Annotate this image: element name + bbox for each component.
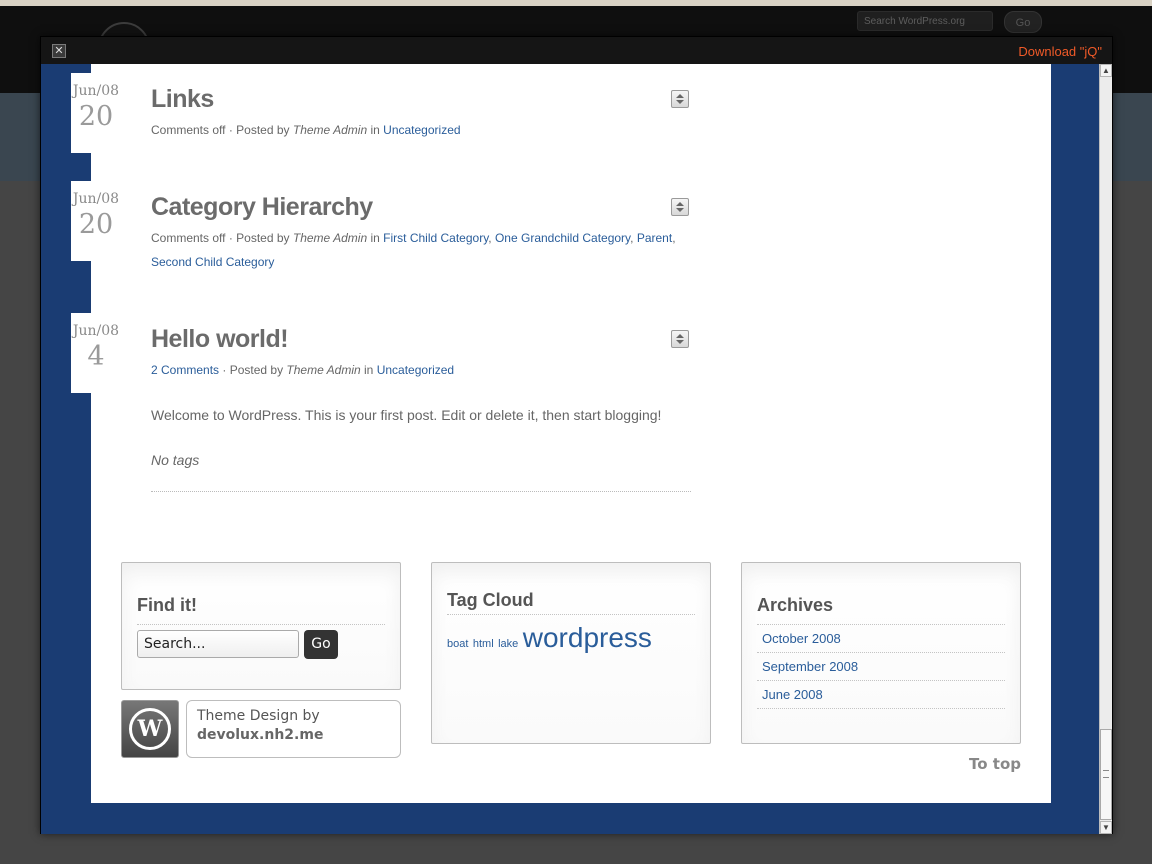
archive-divider bbox=[757, 652, 1005, 653]
wordpress-logo-letter: W bbox=[129, 708, 171, 750]
post-posted-by: Posted by bbox=[236, 123, 290, 137]
theme-credit[interactable]: Theme Design by devolux.nh2.me bbox=[186, 700, 401, 758]
widget-divider bbox=[447, 614, 695, 615]
post-comments: Comments off bbox=[151, 231, 226, 245]
credit-link[interactable]: devolux.nh2.me bbox=[197, 727, 323, 743]
post-excerpt: Welcome to WordPress. This is your first… bbox=[151, 407, 662, 423]
post-author: Theme Admin bbox=[292, 123, 368, 137]
widget-title: Archives bbox=[757, 595, 834, 615]
post-author: Theme Admin bbox=[292, 231, 368, 245]
credit-line: Theme Design by bbox=[197, 708, 320, 724]
category-link[interactable]: One Grandchild Category bbox=[495, 231, 630, 245]
preview-modal: ✕ Download "jQ" Jun/08 20 Links Comments… bbox=[40, 36, 1113, 834]
category-link[interactable]: Uncategorized bbox=[383, 123, 460, 137]
widget-title: Find it! bbox=[137, 595, 197, 615]
post-date-day: 20 bbox=[78, 101, 114, 132]
close-icon[interactable]: ✕ bbox=[52, 44, 66, 58]
post-date-month: Jun/08 bbox=[72, 83, 120, 99]
find-widget: Find it! Search... Go bbox=[121, 562, 401, 690]
category-link[interactable]: Uncategorized bbox=[377, 363, 454, 377]
scrollbar-thumb[interactable] bbox=[1100, 729, 1112, 820]
archive-divider bbox=[757, 680, 1005, 681]
category-link[interactable]: Parent bbox=[637, 231, 672, 245]
expand-collapse-icon[interactable] bbox=[671, 330, 689, 348]
post-in: in bbox=[364, 363, 374, 377]
post-comments: Comments off bbox=[151, 123, 226, 137]
post-in: in bbox=[370, 123, 380, 137]
post-meta: Comments off · Posted by Theme Admin in … bbox=[151, 123, 461, 137]
expand-collapse-icon[interactable] bbox=[671, 90, 689, 108]
modal-titlebar: ✕ Download "jQ" bbox=[41, 37, 1112, 64]
to-top-link[interactable]: To top bbox=[969, 755, 1021, 773]
post-in: in bbox=[370, 231, 380, 245]
tag-link[interactable]: html bbox=[473, 638, 494, 650]
category-link[interactable]: First Child Category bbox=[383, 231, 488, 245]
post-date-month: Jun/08 bbox=[72, 191, 120, 207]
scroll-down-icon[interactable]: ▼ bbox=[1100, 821, 1112, 834]
widget-divider bbox=[137, 624, 385, 625]
post-date: Jun/08 20 bbox=[71, 73, 121, 153]
theme-page: Jun/08 20 Links Comments off · Posted by… bbox=[71, 64, 1051, 803]
post-meta: 2 Comments · Posted by Theme Admin in Un… bbox=[151, 363, 455, 377]
post-tags: No tags bbox=[151, 452, 200, 468]
tag-link[interactable]: boat bbox=[447, 638, 468, 650]
post-posted-by: Posted by bbox=[229, 363, 284, 377]
tag-cloud: boat html lake wordpress bbox=[447, 621, 707, 661]
post-title[interactable]: Category Hierarchy bbox=[151, 193, 373, 222]
post-meta: Comments off · Posted by Theme Admin in … bbox=[151, 231, 676, 269]
post-posted-by: Posted by bbox=[236, 231, 290, 245]
tag-cloud-widget: Tag Cloud boat html lake wordpress bbox=[431, 562, 711, 744]
download-link[interactable]: Download "jQ" bbox=[1018, 44, 1102, 59]
post-date-day: 20 bbox=[78, 209, 114, 240]
comments-link[interactable]: 2 Comments bbox=[151, 363, 219, 377]
post-date: Jun/08 4 bbox=[71, 313, 121, 393]
archive-link[interactable]: October 2008 bbox=[762, 631, 841, 646]
background-go-button: Go bbox=[1004, 11, 1042, 33]
post-date: Jun/08 20 bbox=[71, 181, 121, 261]
post-date-day: 4 bbox=[87, 341, 105, 372]
modal-viewport: Jun/08 20 Links Comments off · Posted by… bbox=[41, 64, 1099, 834]
post-divider bbox=[151, 491, 691, 492]
post-author: Theme Admin bbox=[286, 363, 361, 377]
archive-divider bbox=[757, 708, 1005, 709]
background-search-input: Search WordPress.org bbox=[857, 11, 993, 31]
category-link[interactable]: Second Child Category bbox=[151, 255, 274, 269]
scroll-up-icon[interactable]: ▲ bbox=[1100, 64, 1112, 77]
search-input[interactable]: Search... bbox=[137, 630, 299, 658]
post-date-month: Jun/08 bbox=[72, 323, 120, 339]
archive-link[interactable]: June 2008 bbox=[762, 687, 823, 702]
widget-divider bbox=[757, 624, 1005, 625]
post-title[interactable]: Hello world! bbox=[151, 325, 289, 354]
expand-collapse-icon[interactable] bbox=[671, 198, 689, 216]
post-title[interactable]: Links bbox=[151, 85, 214, 114]
vertical-scrollbar[interactable]: ▲ ▼ bbox=[1099, 64, 1112, 834]
archive-link[interactable]: September 2008 bbox=[762, 659, 858, 674]
archives-widget: Archives October 2008 September 2008 Jun… bbox=[741, 562, 1021, 744]
wordpress-logo-icon[interactable]: W bbox=[121, 700, 179, 758]
widget-title: Tag Cloud bbox=[447, 590, 534, 610]
tag-link[interactable]: lake bbox=[498, 638, 518, 650]
search-go-button[interactable]: Go bbox=[304, 630, 338, 659]
tag-link[interactable]: wordpress bbox=[523, 622, 652, 653]
